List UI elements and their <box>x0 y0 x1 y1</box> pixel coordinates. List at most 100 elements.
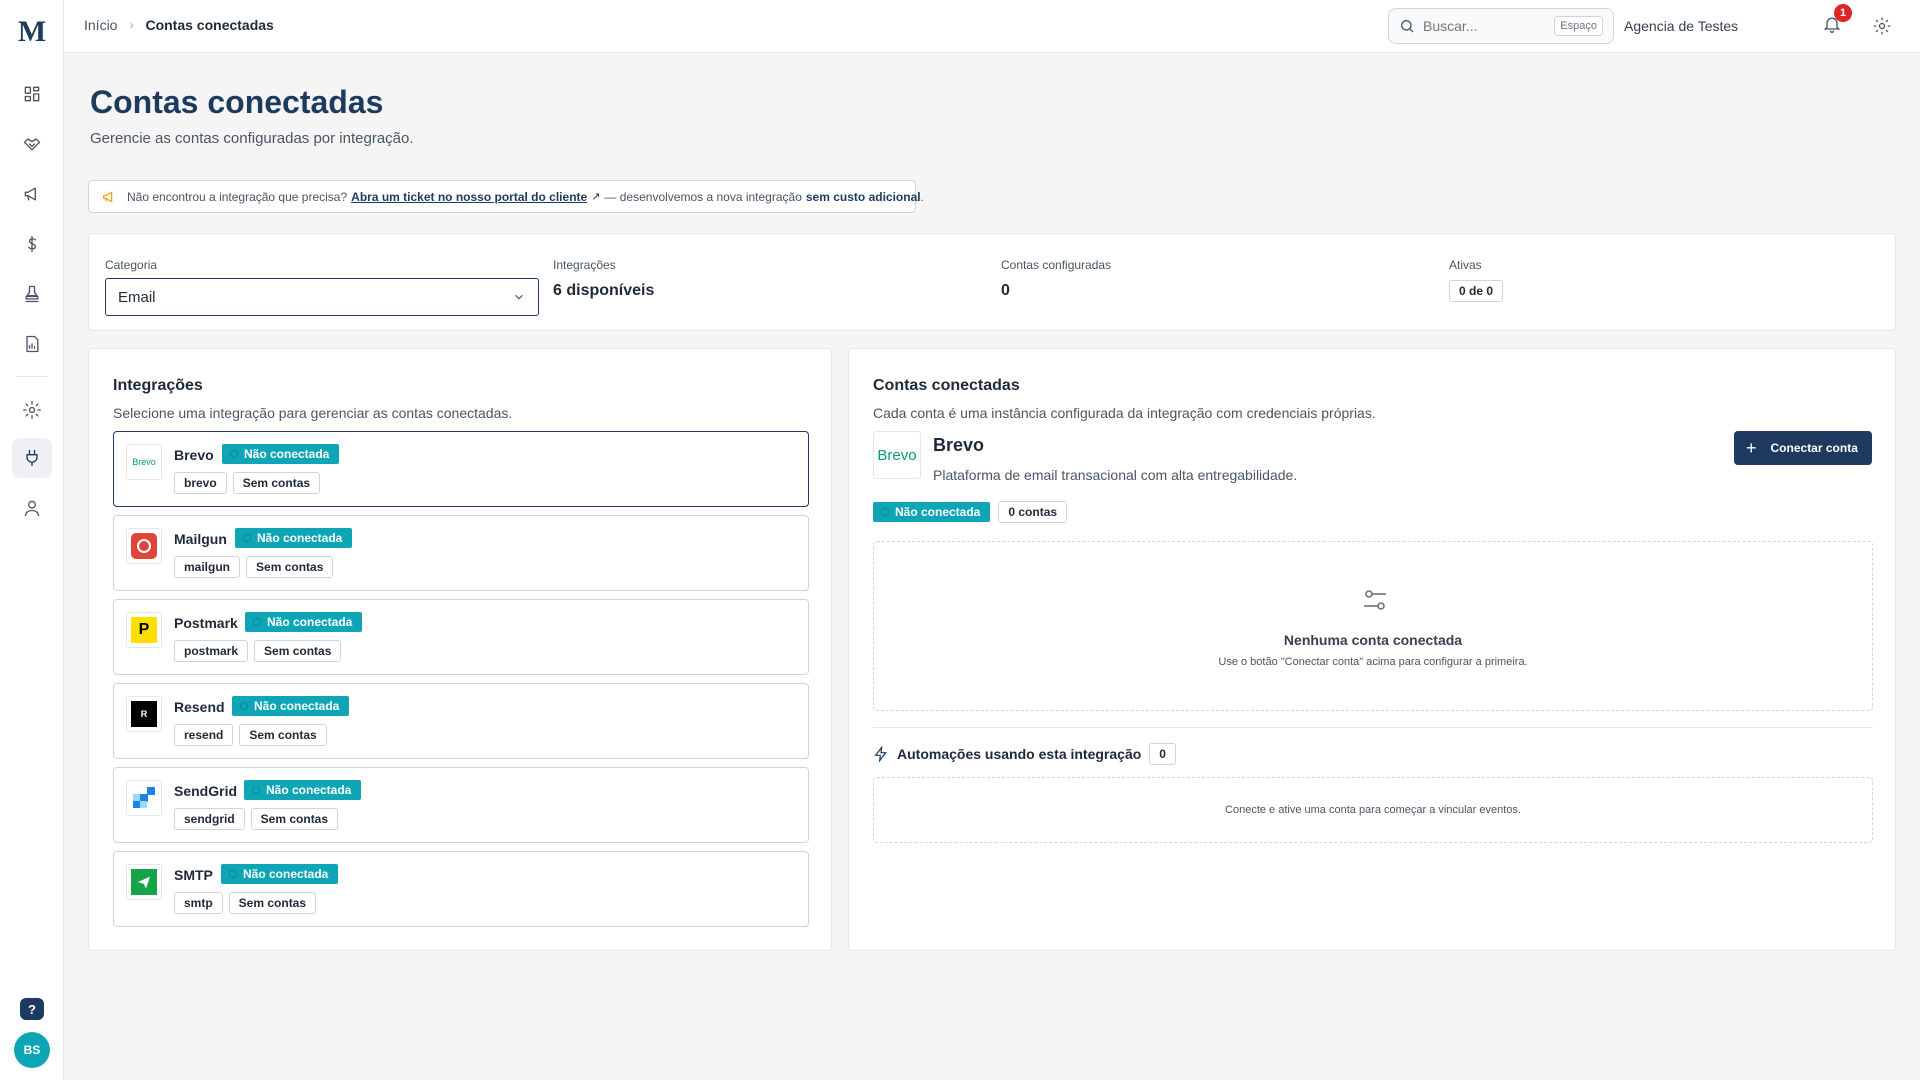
integration-name: Postmark <box>174 615 238 631</box>
automations-title: Automações usando esta integração <box>897 746 1142 762</box>
category-select[interactable]: Email <box>105 278 539 316</box>
breadcrumb: Início › Contas conectadas <box>84 17 274 33</box>
gear-icon <box>23 401 41 419</box>
settings-button[interactable] <box>1872 16 1892 36</box>
notice-text: Não encontrou a integração que precisa? <box>127 189 348 204</box>
sidebar-item-approvals[interactable] <box>12 274 52 314</box>
status-badge: Não conectada <box>222 444 340 464</box>
integration-smtp[interactable]: SMTP Não conectada smtp Sem contas <box>113 851 809 927</box>
resend-logo: R <box>126 696 162 732</box>
status-dot-icon <box>243 534 251 542</box>
status-dot-icon <box>240 702 248 710</box>
breadcrumb-current: Contas conectadas <box>145 17 274 33</box>
brevo-logo: Brevo <box>873 431 921 479</box>
integration-brevo[interactable]: Brevo Brevo Não conectada brevo Sem cont… <box>113 431 809 507</box>
integration-name: SendGrid <box>174 783 238 799</box>
status-dot-icon <box>252 786 260 794</box>
integration-slug: smtp <box>174 892 223 914</box>
send-icon <box>126 864 162 900</box>
status-dot-icon <box>253 618 261 626</box>
search-box[interactable]: Espaço <box>1388 8 1614 44</box>
sidebar: M ? BS <box>0 0 64 1080</box>
integrations-value: 6 disponíveis <box>553 282 655 299</box>
sidebar-item-integrations[interactable] <box>12 438 52 478</box>
empty-title: Nenhuma conta conectada <box>1283 632 1463 648</box>
breadcrumb-home[interactable]: Início <box>84 17 117 33</box>
notice-end: . <box>920 189 924 204</box>
automations-header: Automações usando esta integração 0 <box>873 743 1176 765</box>
sidebar-item-deals[interactable] <box>12 124 52 164</box>
postmark-logo: P <box>126 612 162 648</box>
category-label: Categoria <box>105 258 158 272</box>
sidebar-item-reports[interactable] <box>12 324 52 364</box>
integration-accounts: Sem contas <box>254 640 342 662</box>
accounts-panel: Contas conectadas Cada conta é uma instâ… <box>848 348 1896 951</box>
org-switcher[interactable]: Agencia de Testes <box>1624 18 1738 34</box>
plus-icon: + <box>1746 437 1757 458</box>
integration-accounts: Sem contas <box>250 808 339 830</box>
help-button[interactable]: ? <box>20 998 44 1020</box>
notice-text-after: — desenvolvemos a nova integração <box>604 189 802 204</box>
integration-resend[interactable]: R Resend Não conectada resend Sem contas <box>113 683 809 759</box>
active-value: 0 de 0 <box>1449 280 1504 302</box>
accounts-subtitle: Cada conta é uma instância configurada d… <box>873 405 1376 421</box>
integration-accounts: Sem contas <box>246 556 334 578</box>
status-dot-icon <box>881 508 889 516</box>
status-badge: Não conectada <box>245 612 363 632</box>
ticket-portal-link[interactable]: Abra um ticket no nosso portal do client… <box>351 190 587 204</box>
integration-sendgrid[interactable]: SendGrid Não conectada sendgrid Sem cont… <box>113 767 809 843</box>
automations-count: 0 <box>1149 743 1176 765</box>
status-badge: Não conectada <box>873 502 991 522</box>
status-badge: Não conectada <box>232 696 350 716</box>
brevo-logo: Brevo <box>126 444 162 480</box>
status-badge: Não conectada <box>221 864 339 884</box>
sendgrid-logo <box>126 780 162 816</box>
automations-empty: Conecte e ative uma conta para começar a… <box>873 777 1873 843</box>
grid-icon <box>24 86 40 102</box>
page-subtitle: Gerencie as contas configuradas por inte… <box>90 130 414 147</box>
gear-icon <box>1873 17 1891 35</box>
sidebar-item-settings[interactable] <box>12 390 52 430</box>
avatar[interactable]: BS <box>14 1032 50 1068</box>
sidebar-item-users[interactable] <box>12 488 52 528</box>
status-badge: Não conectada <box>235 528 353 548</box>
sidebar-divider <box>16 376 48 377</box>
sidebar-item-finance[interactable] <box>12 224 52 264</box>
category-value: Email <box>118 288 156 306</box>
integration-slug: sendgrid <box>174 808 245 830</box>
connect-account-button[interactable]: + Conectar conta <box>1734 431 1872 465</box>
sidebar-item-dashboard[interactable] <box>12 74 52 114</box>
integrations-subtitle: Selecione uma integração para gerenciar … <box>113 405 513 421</box>
integrations-label: Integrações <box>553 258 616 272</box>
sidebar-item-campaigns[interactable] <box>12 174 52 214</box>
notifications-button[interactable]: 1 <box>1822 4 1852 38</box>
integration-name: SMTP <box>174 867 213 883</box>
status-dot-icon <box>230 450 238 458</box>
integration-mailgun[interactable]: Mailgun Não conectada mailgun Sem contas <box>113 515 809 591</box>
notification-badge: 1 <box>1834 4 1852 22</box>
lightning-icon <box>874 746 887 762</box>
notice-bold: sem custo adicional <box>805 189 921 204</box>
megaphone-icon <box>24 187 36 201</box>
megaphone-icon <box>101 189 117 205</box>
report-icon <box>26 335 39 353</box>
integrations-panel: Integrações Selecione uma integração par… <box>88 348 832 951</box>
integration-name: Mailgun <box>174 531 227 547</box>
dollar-icon <box>28 235 36 253</box>
summary-card: Categoria Email Integrações 6 disponívei… <box>88 233 1896 331</box>
accounts-label: Contas configuradas <box>1001 258 1112 272</box>
app-logo[interactable]: M <box>0 14 64 50</box>
integration-slug: brevo <box>174 472 227 494</box>
integration-slug: resend <box>174 724 234 746</box>
status-badge: Não conectada <box>244 780 362 800</box>
notice-banner: Não encontrou a integração que precisa? … <box>88 180 924 213</box>
user-icon <box>24 500 40 517</box>
search-input[interactable] <box>1423 18 1543 34</box>
accounts-value: 0 <box>1001 282 1010 299</box>
integration-slug: mailgun <box>174 556 241 578</box>
integrations-title: Integrações <box>113 377 203 394</box>
handshake-icon <box>23 138 41 151</box>
external-link-icon: ↗ <box>591 191 601 203</box>
integration-slug: postmark <box>174 640 249 662</box>
integration-postmark[interactable]: P Postmark Não conectada postmark Sem co… <box>113 599 809 675</box>
